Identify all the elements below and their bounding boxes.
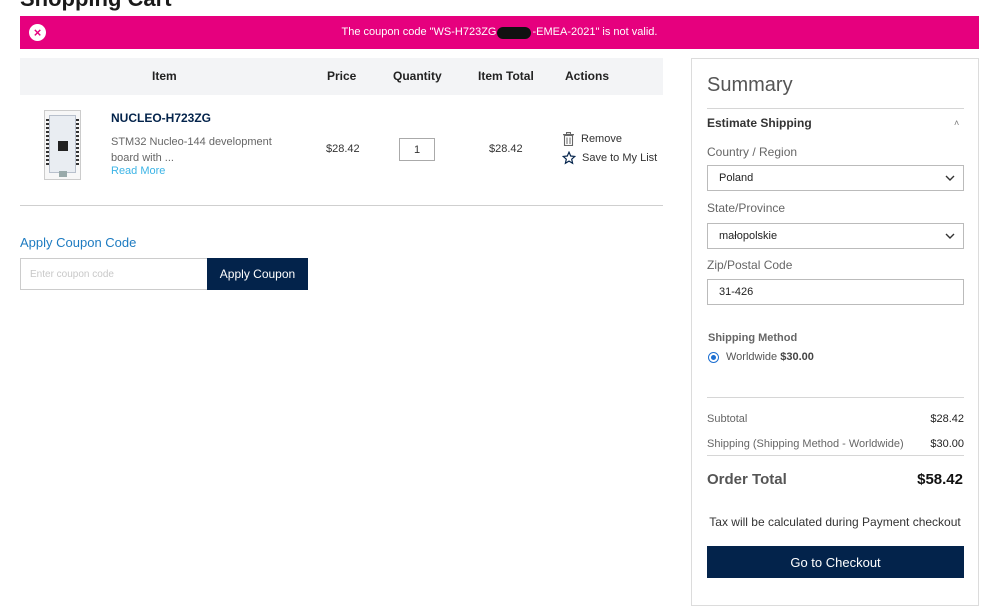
redaction-mark [497,26,532,39]
shipping-label: Shipping (Shipping Method - Worldwide) [707,438,904,450]
summary-panel: Summary Estimate Shipping ˄ Country / Re… [691,58,979,606]
save-to-list-button[interactable]: Save to My List [562,151,657,165]
quantity-input[interactable] [399,138,435,161]
estimate-shipping-toggle[interactable]: Estimate Shipping [707,116,812,130]
shipping-option-price: $30.00 [780,351,814,363]
remove-button[interactable]: Remove [562,132,622,146]
shipping-row: Shipping (Shipping Method - Worldwide) $… [707,438,964,450]
zip-input[interactable] [707,279,964,305]
country-label: Country / Region [707,145,798,159]
pin-header-right [76,119,79,167]
cart-divider [20,205,663,206]
shipping-value: $30.00 [930,438,964,450]
header-quantity: Quantity [393,69,442,83]
item-total: $28.42 [489,143,523,155]
header-actions: Actions [565,69,610,83]
apply-coupon-button[interactable]: Apply Coupon [207,258,308,290]
star-icon [562,151,576,165]
product-image[interactable] [44,110,81,180]
read-more-link[interactable]: Read More [111,165,165,177]
header-item-total: Item Total [478,69,534,83]
trash-icon [563,132,574,146]
shipping-option-name: Worldwide [726,351,778,363]
radio-selected-icon[interactable] [708,351,719,363]
alert-message: The coupon code "WS-H723ZG -EMEA-2021" is… [341,26,658,39]
shipping-method-label: Shipping Method [708,332,798,344]
alert-message-prefix: The coupon code "WS-H723ZG [341,26,497,39]
chevron-down-icon [945,233,955,239]
usb-connector-shape [59,171,67,177]
order-total-label: Order Total [707,471,787,488]
coupon-code-input[interactable] [20,258,208,290]
header-item: Item [152,69,177,83]
summary-divider [707,455,964,456]
state-select[interactable]: małopolskie [707,223,964,249]
summary-divider [707,108,964,109]
product-name[interactable]: NUCLEO-H723ZG [111,111,211,125]
alert-message-suffix: -EMEA-2021" is not valid. [532,26,658,39]
remove-label: Remove [581,133,622,145]
country-value: Poland [719,172,754,184]
summary-title: Summary [707,74,793,96]
header-price: Price [327,69,357,83]
product-description: STM32 Nucleo-144 development board with … [111,136,272,164]
chevron-up-icon[interactable]: ˄ [954,118,959,128]
page-heading: Shopping Cart [20,0,172,12]
chevron-down-icon [945,175,955,181]
tax-note: Tax will be calculated during Payment ch… [709,515,961,529]
chip-shape [58,141,68,151]
product-price: $28.42 [326,143,360,155]
subtotal-row: Subtotal $28.42 [707,413,964,425]
shipping-option-label: Worldwide $30.00 [726,351,814,363]
zip-label: Zip/Postal Code [707,258,793,272]
go-to-checkout-button[interactable]: Go to Checkout [707,546,964,578]
country-select[interactable]: Poland [707,165,964,191]
pin-header-left [46,119,49,167]
summary-divider [707,397,964,398]
subtotal-label: Subtotal [707,413,748,425]
coupon-error-alert: × The coupon code "WS-H723ZG -EMEA-2021" … [20,16,979,49]
cart-table-header: Item Price Quantity Item Total Actions [20,58,663,95]
state-value: małopolskie [719,230,778,242]
state-label: State/Province [707,201,786,215]
subtotal-value: $28.42 [930,413,964,425]
save-to-list-label: Save to My List [582,152,658,164]
shipping-option-worldwide[interactable]: Worldwide $30.00 [708,351,814,363]
order-total-value: $58.42 [917,471,963,488]
close-icon[interactable]: × [29,24,46,41]
coupon-title[interactable]: Apply Coupon Code [20,235,136,250]
